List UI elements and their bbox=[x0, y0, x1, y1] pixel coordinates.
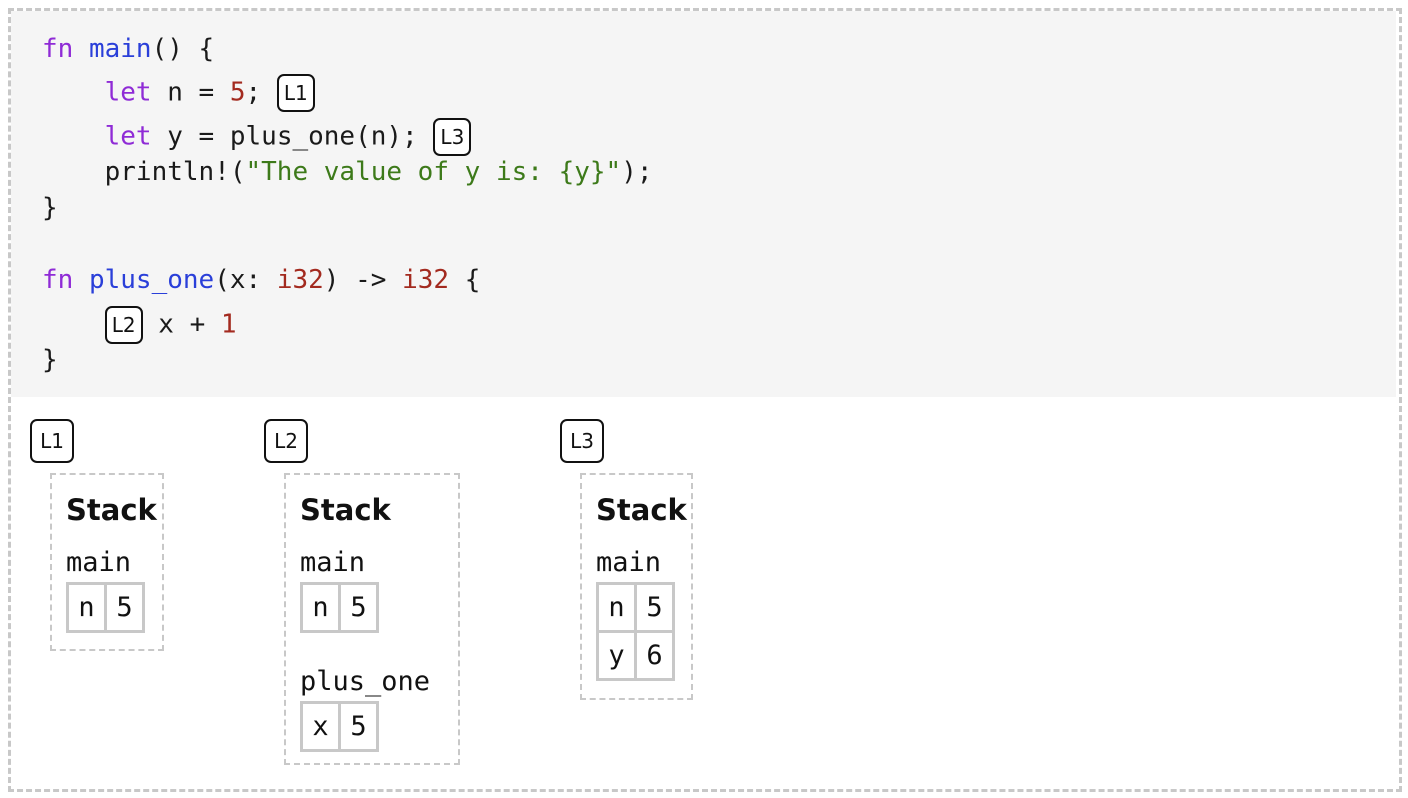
code-token: } bbox=[42, 193, 58, 223]
frame-table: n5 bbox=[300, 582, 379, 633]
frame-table: n5 bbox=[66, 582, 145, 633]
code-marker-l2: L2 bbox=[104, 306, 143, 344]
code-block: fn main() { let n = 5; L1 let y = plus_o… bbox=[11, 11, 1396, 397]
code-line: L2 x + 1 bbox=[42, 306, 237, 344]
variable-name: n bbox=[303, 585, 341, 630]
stack-title: Stack bbox=[300, 493, 391, 527]
code-line: fn main() { bbox=[42, 32, 214, 66]
code-token: ); bbox=[621, 157, 653, 187]
code-token: main bbox=[88, 34, 152, 64]
code-token: let bbox=[104, 77, 152, 108]
code-token: let bbox=[104, 121, 152, 152]
code-token: 5 bbox=[229, 77, 246, 108]
code-token: (x: bbox=[214, 265, 277, 295]
variable-name: x bbox=[303, 704, 341, 749]
code-line: } bbox=[42, 191, 58, 225]
variable-row: y6 bbox=[599, 630, 672, 678]
variable-value: 6 bbox=[646, 640, 663, 671]
frame-table: x5 bbox=[300, 701, 379, 752]
step-label-l3: L3 bbox=[560, 419, 604, 463]
step-label-l2: L2 bbox=[264, 419, 308, 463]
code-token: plus_one bbox=[88, 265, 215, 295]
variable-name: n bbox=[599, 585, 637, 630]
code-token: println!( bbox=[42, 157, 246, 187]
code-token: "The value of y is: {y}" bbox=[245, 157, 622, 187]
variable-value: 5 bbox=[646, 592, 663, 623]
variable-row: x5 bbox=[303, 704, 376, 749]
frame-name-plus-one: plus_one bbox=[300, 666, 431, 697]
code-line: fn plus_one(x: i32) -> i32 { bbox=[42, 263, 480, 297]
stack-box: Stack main n 5 plus_one x 5 bbox=[284, 473, 460, 765]
code-token: i32 bbox=[276, 265, 324, 295]
frame-name-main: main bbox=[66, 547, 132, 578]
code-token: fn bbox=[42, 34, 74, 64]
code-token: fn bbox=[42, 265, 74, 295]
frame-name-main: main bbox=[596, 547, 662, 578]
variable-name: n bbox=[69, 585, 107, 630]
variable-value: 5 bbox=[116, 592, 133, 623]
step-label-l1: L1 bbox=[30, 419, 74, 463]
variable-value: 5 bbox=[350, 711, 367, 742]
stack-title: Stack bbox=[66, 493, 157, 527]
code-token: () { bbox=[151, 34, 215, 64]
code-token: } bbox=[42, 345, 58, 375]
code-token: { bbox=[449, 265, 481, 295]
frame-name-main: main bbox=[300, 547, 366, 578]
stack-title: Stack bbox=[596, 493, 687, 527]
stack-box: Stack main n 5 y 6 bbox=[580, 473, 693, 700]
code-token: n = bbox=[151, 77, 230, 108]
frame-table: n5y6 bbox=[596, 582, 675, 681]
variable-value: 5 bbox=[350, 592, 367, 623]
code-token: i32 bbox=[402, 265, 450, 295]
code-token: x + bbox=[142, 309, 221, 340]
code-token: y = plus_one(n); bbox=[151, 121, 434, 152]
code-line: println!("The value of y is: {y}"); bbox=[42, 155, 653, 189]
stack-box: Stack main n 5 bbox=[50, 473, 164, 651]
code-marker-l3: L3 bbox=[433, 118, 472, 156]
code-token: ) -> bbox=[323, 265, 403, 295]
code-token: 1 bbox=[220, 309, 237, 340]
code-token: ; bbox=[245, 77, 277, 108]
code-line: let y = plus_one(n); L3 bbox=[42, 118, 472, 156]
variable-row: n5 bbox=[599, 585, 672, 630]
variable-row: n5 bbox=[303, 585, 376, 630]
code-line: } bbox=[42, 343, 58, 377]
code-line: let n = 5; L1 bbox=[42, 74, 315, 112]
code-marker-l1: L1 bbox=[276, 74, 315, 112]
variable-name: y bbox=[599, 633, 637, 678]
variable-row: n5 bbox=[69, 585, 142, 630]
